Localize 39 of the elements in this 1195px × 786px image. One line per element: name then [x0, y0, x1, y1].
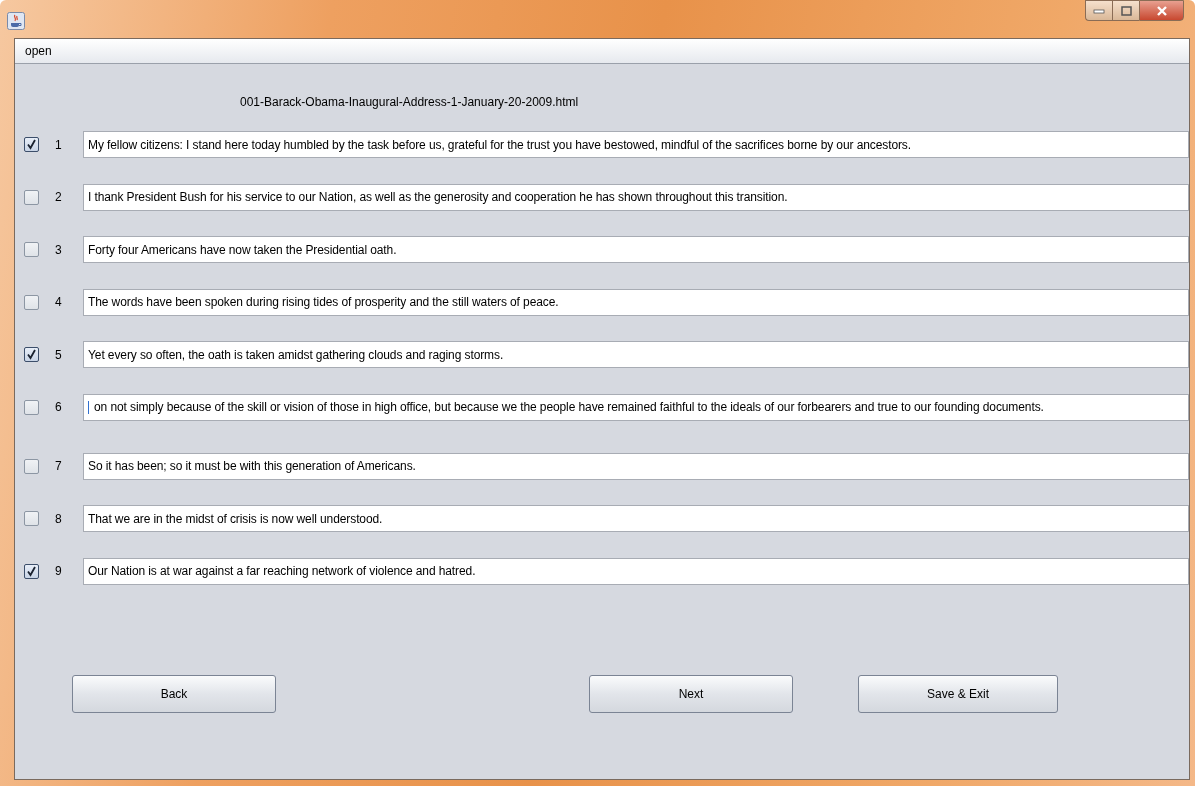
dialog-button[interactable]: Back [72, 675, 276, 713]
file-name: 001-Barack-Obama-Inaugural-Address-1-January-20-2009.html [240, 95, 580, 111]
checkbox[interactable] [24, 137, 39, 152]
sentence-field[interactable]: Our Nation is at war against a far reaching network of violence and hatred. [83, 557, 1189, 585]
dialog-button[interactable]: Save & Exit [858, 675, 1058, 713]
dialog-button[interactable]: Next [589, 675, 793, 713]
minimize-button[interactable] [1085, 0, 1112, 21]
checkbox[interactable] [24, 563, 39, 579]
sentence-field[interactable]: So it has been; so it must be with this generation of Americans. [83, 452, 1189, 480]
row-number: 2 [54, 190, 63, 204]
row-number: 6 [54, 400, 63, 414]
checkbox[interactable] [24, 399, 39, 415]
row-number: 4 [54, 295, 63, 309]
checkbox[interactable] [24, 458, 39, 474]
checkbox[interactable] [24, 294, 39, 310]
row-number: 9 [54, 564, 63, 578]
row-number: 8 [54, 511, 63, 526]
checkbox[interactable] [24, 511, 39, 526]
sentence-field[interactable]: on not simply because of the skill or vision of those in high office, but because we the people have remained faithful to the ideals of our forbearers and true to our founding documents. [83, 393, 1189, 421]
checkbox[interactable] [24, 189, 39, 205]
maximize-button[interactable] [1112, 0, 1139, 21]
close-icon [1155, 5, 1168, 16]
java-cup-icon [7, 12, 25, 30]
maximize-icon [1120, 5, 1132, 16]
menu-item[interactable]: open [15, 44, 62, 58]
row-number: 3 [54, 242, 63, 257]
sentence-field[interactable]: The words have been spoken during rising tides of prosperity and the still waters of peace. [83, 288, 1189, 316]
sentence-field[interactable]: Forty four Americans have now taken the Presidential oath. [83, 236, 1189, 263]
close-button[interactable] [1139, 0, 1184, 21]
checkbox[interactable] [24, 347, 39, 362]
sentence-field[interactable]: My fellow citizens: I stand here today humbled by the task before us, grateful for the trust you have bestowed, mindful of the sacrifices borne by our ancestors. [83, 131, 1189, 158]
checkbox[interactable] [24, 242, 39, 257]
row-number: 7 [54, 459, 63, 473]
row-number: 1 [54, 137, 63, 152]
sentence-field[interactable]: I thank President Bush for his service to our Nation, as well as the generosity and cooperation he has shown throughout this transition. [83, 183, 1189, 211]
sentence-field[interactable]: That we are in the midst of crisis is now well understood. [83, 505, 1189, 532]
sentence-field[interactable]: Yet every so often, the oath is taken amidst gathering clouds and raging storms. [83, 341, 1189, 368]
row-number: 5 [54, 347, 63, 362]
minimize-icon [1093, 7, 1105, 14]
